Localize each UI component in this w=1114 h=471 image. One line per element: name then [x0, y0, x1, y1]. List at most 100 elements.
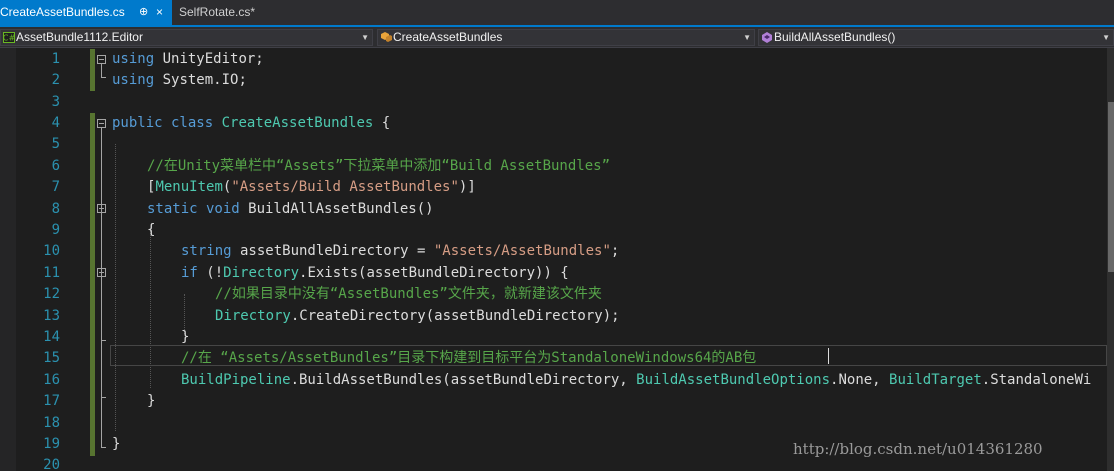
line-number: 15 [43, 350, 60, 367]
type-name: CreateAssetBundles [393, 30, 503, 44]
code-line-10: string assetBundleDirectory = "Assets/As… [181, 241, 619, 262]
keyword: if [181, 264, 198, 281]
line-number: 5 [51, 136, 60, 153]
change-marker [90, 113, 95, 456]
line-number: 9 [51, 221, 60, 238]
code-line-12: //如果目录中没有“AssetBundles”文件夹，就新建该文件夹 [215, 286, 602, 303]
code-token: UnityEditor; [154, 50, 264, 67]
line-number: 4 [51, 114, 60, 131]
code-token: assetBundleDirectory = [231, 243, 434, 260]
string-literal: "Assets/AssetBundles" [433, 243, 611, 260]
code-token: (! [197, 264, 224, 281]
code-token: BuildAllAssetBundles() [239, 200, 434, 217]
project-dropdown[interactable]: C# AssetBundle1112.Editor ▼ [0, 29, 373, 46]
code-line-7: [MenuItem("Assets/Build AssetBundles")] [147, 177, 476, 198]
tab-createassetbundles[interactable]: CreateAssetBundles.cs ⊕ × [0, 0, 172, 25]
line-number: 10 [43, 243, 60, 260]
keyword: static void [147, 200, 240, 217]
svg-text:C#: C# [3, 34, 15, 43]
type-name-token: CreateAssetBundles [213, 114, 374, 131]
text-caret [828, 348, 829, 364]
code-line-17: } [147, 393, 156, 410]
code-token: )] [458, 179, 476, 196]
string-literal: "Assets/Build AssetBundles" [231, 179, 459, 196]
outline-end [101, 340, 106, 341]
type-dropdown[interactable]: CreateAssetBundles ▼ [377, 29, 755, 46]
member-name: BuildAllAssetBundles() [774, 30, 896, 44]
code-line-8: static void BuildAllAssetBundles() [147, 199, 434, 220]
collapse-toggle[interactable] [97, 119, 106, 128]
line-number: 20 [43, 457, 60, 471]
line-number: 12 [43, 286, 60, 303]
code-line-15: //在 “Assets/AssetBundles”目录下构建到目标平台为Stan… [181, 350, 757, 367]
code-token: { [373, 114, 391, 131]
code-token: .BuildAssetBundles(assetBundleDirectory, [290, 371, 637, 388]
collapse-toggle[interactable] [97, 204, 106, 213]
line-number: 7 [51, 179, 60, 196]
tab-label: SelfRotate.cs* [179, 5, 256, 19]
line-number: 17 [43, 393, 60, 410]
outline-line [101, 277, 102, 340]
code-token: System.IO; [154, 72, 247, 89]
type-name-token: Directory [215, 307, 291, 324]
collapse-toggle[interactable] [97, 268, 106, 277]
indicator-margin [0, 48, 16, 471]
change-marker [90, 49, 95, 91]
type-name-token: BuildAssetBundleOptions [636, 371, 831, 388]
line-number: 19 [43, 435, 60, 452]
code-line-1: using UnityEditor; [112, 49, 264, 70]
code-line-9: { [147, 221, 156, 238]
type-name-token: BuildPipeline [181, 371, 291, 388]
line-number: 16 [43, 371, 60, 388]
code-token: .None, [830, 371, 890, 388]
line-number: 18 [43, 414, 60, 431]
project-name: AssetBundle1112.Editor [16, 30, 143, 44]
keyword: public class [112, 114, 214, 131]
watermark: http://blog.csdn.net/u014361280 [793, 440, 1043, 458]
code-line-4: public class CreateAssetBundles { [112, 113, 390, 134]
attribute-token: MenuItem [155, 179, 223, 196]
class-icon [381, 32, 392, 42]
line-number: 11 [43, 264, 60, 281]
csharp-project-icon: C# [3, 32, 15, 43]
outline-end [101, 77, 106, 78]
line-number: 13 [43, 307, 60, 324]
close-icon[interactable]: × [156, 0, 163, 25]
code-line-19: } [112, 435, 121, 452]
method-icon [762, 32, 772, 43]
keyword: using [112, 50, 155, 67]
type-name-token: BuildTarget [889, 371, 982, 388]
tab-label: CreateAssetBundles.cs [0, 5, 125, 19]
code-token: .StandaloneWi [981, 371, 1092, 388]
line-number: 3 [51, 93, 60, 110]
line-number: 8 [51, 200, 60, 217]
code-token: .Exists(assetBundleDirectory)) { [299, 264, 569, 281]
code-token: .CreateDirectory(assetBundleDirectory); [290, 307, 620, 324]
collapse-toggle[interactable] [97, 55, 106, 64]
member-dropdown[interactable]: BuildAllAssetBundles() ▼ [758, 29, 1114, 46]
navigation-bar: C# AssetBundle1112.Editor ▼ CreateAssetB… [0, 27, 1114, 48]
code-line-16: BuildPipeline.BuildAssetBundles(assetBun… [181, 370, 1091, 391]
code-line-2: using System.IO; [112, 70, 247, 91]
code-editor[interactable]: 1 2 3 4 5 6 7 8 9 10 11 12 13 14 15 16 1… [0, 48, 1114, 471]
chevron-down-icon: ▼ [743, 33, 751, 42]
line-number: 1 [51, 50, 60, 67]
code-token: ; [610, 243, 620, 260]
outline-line [101, 64, 102, 77]
tab-selfrotate[interactable]: SelfRotate.cs* [172, 0, 279, 25]
chevron-down-icon: ▼ [1102, 33, 1110, 42]
line-number: 6 [51, 157, 60, 174]
code-line-13: Directory.CreateDirectory(assetBundleDir… [215, 306, 620, 327]
code-line-14: } [181, 328, 190, 345]
line-number: 2 [51, 72, 60, 89]
scrollbar-thumb[interactable] [1108, 102, 1114, 272]
code-line-11: if (!Directory.Exists(assetBundleDirecto… [181, 263, 569, 284]
keyword: using [112, 72, 155, 89]
pin-icon[interactable]: ⊕ [139, 0, 148, 25]
indent-guide [115, 144, 116, 431]
document-tab-strip: CreateAssetBundles.cs ⊕ × SelfRotate.cs* [0, 0, 1114, 27]
code-line-6: //在Unity菜单栏中“Assets”下拉菜单中添加“Build AssetB… [147, 157, 611, 174]
outline-end [101, 447, 106, 448]
chevron-down-icon: ▼ [361, 33, 369, 42]
outline-end [101, 397, 106, 398]
